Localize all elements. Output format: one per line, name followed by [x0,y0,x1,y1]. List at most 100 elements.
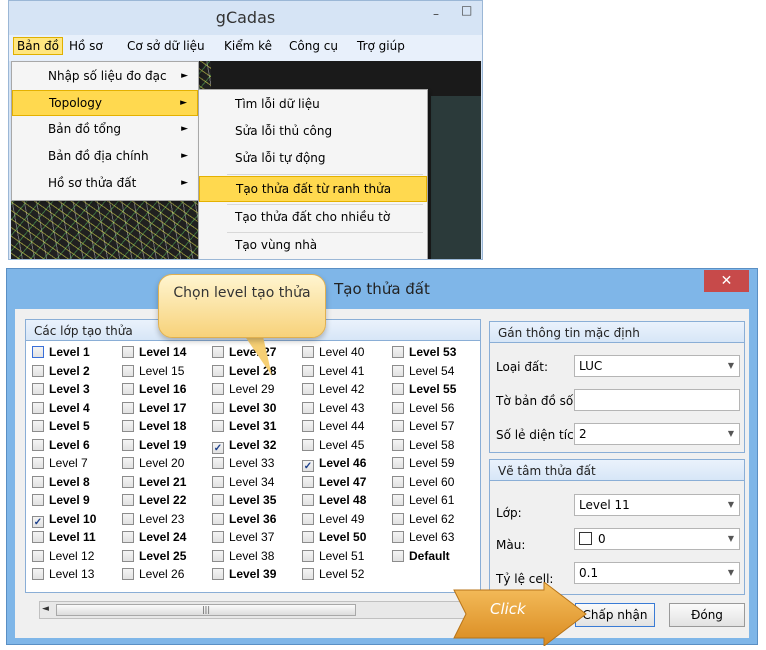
map-sheet-input[interactable] [574,389,740,411]
checkbox-box[interactable] [122,457,134,469]
checkbox-box[interactable]: ✓ [32,515,44,528]
checkbox-box[interactable] [302,383,314,395]
level-checkbox[interactable]: Level 41 [302,363,364,381]
cell-scale-select[interactable]: 0.1 ▼ [574,562,740,584]
level-checkbox[interactable]: Level 47 [302,474,366,492]
checkbox-box[interactable] [212,457,224,469]
level-checkbox[interactable]: ✓ Level 10 [32,511,96,529]
checkbox-box[interactable] [392,438,404,451]
menu-item-ban-do-dia-chinh[interactable]: Bản đồ địa chính ► [12,144,198,170]
menu-tro-giup[interactable]: Trợ giúp [357,39,405,53]
scroll-left-icon[interactable]: ◄ [42,604,49,614]
level-checkbox[interactable]: Level 7 [32,455,88,473]
checkbox-box[interactable] [122,346,134,358]
checkbox-box[interactable] [122,512,134,525]
checkbox-box[interactable] [122,438,134,451]
horizontal-scrollbar[interactable]: ◄ ||| [39,601,467,619]
checkbox-box[interactable] [302,475,314,488]
menu-item-sua-loi-thu-cong[interactable]: Sửa lỗi thủ công [199,119,427,145]
level-checkbox[interactable]: Level 56 [392,400,454,418]
checkbox-box[interactable] [212,512,224,525]
checkbox-box[interactable] [122,475,134,488]
checkbox-box[interactable] [122,531,134,543]
checkbox-box[interactable] [302,346,314,358]
menu-cong-cu[interactable]: Công cụ [289,39,338,53]
menu-item-sua-loi-tu-dong[interactable]: Sửa lỗi tự động [199,146,427,172]
level-checkbox[interactable]: Level 25 [122,548,186,566]
level-checkbox[interactable]: Level 31 [212,418,276,436]
level-checkbox[interactable]: Level 43 [302,400,364,418]
checkbox-box[interactable] [392,346,404,358]
checkbox-box[interactable]: ✓ [302,460,314,472]
level-checkbox[interactable]: Level 30 [212,400,276,418]
level-checkbox[interactable]: Level 23 [122,511,184,529]
level-checkbox[interactable]: Level 6 [32,437,90,455]
checkbox-box[interactable] [212,494,224,506]
checkbox-box[interactable] [122,568,134,580]
checkbox-box[interactable] [212,383,224,395]
level-checkbox[interactable]: Level 55 [392,381,456,399]
checkbox-box[interactable] [392,457,404,469]
level-checkbox[interactable]: Level 14 [122,344,186,362]
checkbox-box[interactable] [392,494,404,506]
level-checkbox[interactable]: Level 18 [122,418,186,436]
level-checkbox[interactable]: ✓ Level 32 [212,437,276,455]
checkbox-box[interactable] [32,420,44,432]
checkbox-box[interactable] [392,383,404,395]
checkbox-box[interactable] [122,494,134,506]
checkbox-box[interactable] [392,531,404,543]
menu-item-ho-so-thua-dat[interactable]: Hồ sơ thửa đất ► [12,171,198,197]
checkbox-box[interactable] [392,475,404,488]
checkbox-box[interactable] [212,531,224,543]
level-checkbox[interactable]: Level 60 [392,474,454,492]
checkbox-box[interactable] [392,364,404,377]
checkbox-box[interactable] [32,346,44,358]
menu-item-tim-loi[interactable]: Tìm lỗi dữ liệu [199,92,427,118]
level-checkbox[interactable]: Level 54 [392,363,454,381]
level-checkbox[interactable]: Level 63 [392,529,454,547]
menu-ho-so[interactable]: Hồ sơ [69,39,103,53]
checkbox-box[interactable] [302,364,314,377]
checkbox-box[interactable] [302,438,314,451]
scroll-thumb[interactable]: ||| [56,604,356,616]
checkbox-box[interactable] [212,364,224,377]
checkbox-box[interactable] [302,531,314,543]
menu-item-tao-thua-nhieu-to[interactable]: Tạo thửa đất cho nhiều tờ [199,205,427,231]
checkbox-box[interactable] [32,549,44,562]
level-checkbox[interactable]: Level 44 [302,418,364,436]
checkbox-box[interactable] [32,438,44,451]
level-checkbox[interactable]: Level 11 [32,529,96,547]
checkbox-box[interactable] [392,512,404,525]
checkbox-box[interactable] [212,475,224,488]
checkbox-box[interactable] [122,420,134,432]
layer-select[interactable]: Level 11 ▼ [574,494,740,516]
menu-item-ban-do-tong[interactable]: Bản đồ tổng ► [12,117,198,143]
checkbox-box[interactable] [392,549,404,562]
checkbox-box[interactable] [32,457,44,469]
checkbox-box[interactable] [212,346,224,358]
level-checkbox[interactable]: Level 26 [122,566,184,584]
checkbox-box[interactable] [32,494,44,506]
checkbox-box[interactable] [302,494,314,506]
level-checkbox[interactable]: Level 20 [122,455,184,473]
checkbox-box[interactable] [302,549,314,562]
level-checkbox[interactable]: Level 17 [122,400,186,418]
menu-kiem-ke[interactable]: Kiểm kê [224,39,272,53]
checkbox-box[interactable] [212,549,224,562]
level-checkbox[interactable]: Level 59 [392,455,454,473]
checkbox-box[interactable] [302,401,314,414]
level-checkbox[interactable]: Level 49 [302,511,364,529]
level-checkbox[interactable]: Level 37 [212,529,274,547]
level-checkbox[interactable]: Level 38 [212,548,274,566]
level-checkbox[interactable]: Level 4 [32,400,90,418]
level-checkbox[interactable]: Level 21 [122,474,186,492]
maximize-icon[interactable]: □ [461,3,472,17]
level-checkbox[interactable]: Level 12 [32,548,94,566]
level-checkbox[interactable]: ✓ Level 46 [302,455,366,473]
level-checkbox[interactable]: Level 50 [302,529,366,547]
level-checkbox[interactable]: Level 24 [122,529,186,547]
minimize-icon[interactable]: – [433,7,439,21]
level-checkbox[interactable]: Level 29 [212,381,274,399]
checkbox-box[interactable] [122,549,134,562]
checkbox-box[interactable] [392,420,404,432]
